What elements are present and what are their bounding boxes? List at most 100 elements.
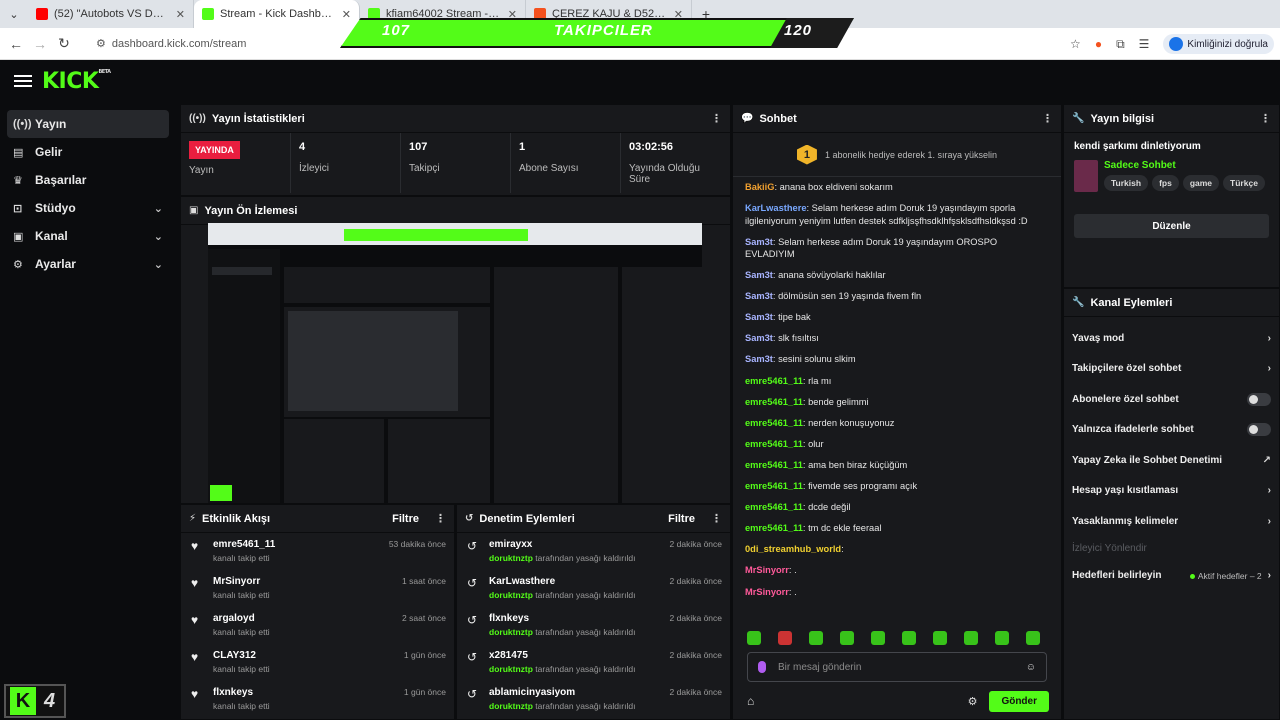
section-heading: İzleyici Yönlendir: [1072, 543, 1147, 554]
emoji-icon[interactable]: ☺: [1026, 662, 1036, 673]
list-item[interactable]: ↺ emirayxx doruktnztp tarafından yasağı ka…: [457, 533, 730, 570]
chat-username[interactable]: emre5461_11: [745, 439, 803, 449]
chat-text: :: [841, 544, 844, 555]
chat-username[interactable]: emre5461_11: [745, 460, 803, 470]
chat-text: : .: [788, 586, 797, 597]
list-item[interactable]: ↺ x281475 doruktnztp tarafından yasağı kal…: [457, 644, 730, 681]
stat-subscribers: 1 Abone Sayısı: [511, 133, 621, 193]
sidebar-item-gelir[interactable]: ▤ Gelir: [7, 138, 169, 166]
profile-button[interactable]: Kimliğinizi doğrula: [1163, 34, 1274, 54]
chat-username[interactable]: emre5461_11: [745, 481, 803, 491]
chat-message: BakiiG: anana box eldiveni sokarım: [745, 181, 1049, 193]
chat-username[interactable]: emre5461_11: [745, 418, 803, 428]
gift-icon[interactable]: ⌂: [747, 694, 754, 708]
filter-button[interactable]: Filtre: [392, 513, 419, 525]
tab-search-icon[interactable]: ⌄: [0, 0, 28, 28]
sidebar-item-studyo[interactable]: ⊡ Stüdyo ⌄: [7, 194, 169, 222]
chat-username[interactable]: 0di_streamhub_world: [745, 544, 841, 554]
url-field[interactable]: ⚙ dashboard.kick.com/stream: [96, 37, 246, 51]
reading-list-icon[interactable]: ☰: [1139, 37, 1150, 51]
emote-icon[interactable]: [964, 631, 978, 645]
microphone-icon[interactable]: [758, 661, 766, 673]
account-age-row[interactable]: Hesap yaşı kısıtlaması ›: [1064, 476, 1279, 507]
more-options-icon[interactable]: ⋮: [1260, 112, 1271, 125]
emote-icon[interactable]: [871, 631, 885, 645]
sidebar-item-yayin[interactable]: ((•)) Yayın: [7, 110, 169, 138]
emote-icon[interactable]: [778, 631, 792, 645]
goals-row[interactable]: Hedefleri belirleyin Aktif hedefler – 2 ›: [1064, 561, 1279, 592]
gift-leaderboard-banner[interactable]: 11 abonelik hediye ederek 1. sıraya yüks…: [733, 133, 1061, 177]
banned-words-row[interactable]: Yasaklanmış kelimeler ›: [1064, 506, 1279, 537]
sidebar-item-basarilar[interactable]: ♛ Başarılar: [7, 166, 169, 194]
emote-icon[interactable]: [809, 631, 823, 645]
emote-icon[interactable]: [995, 631, 1009, 645]
followers-only-row[interactable]: Takipçilere özel sohbet ›: [1064, 354, 1279, 385]
back-icon[interactable]: ←: [4, 36, 28, 52]
sidebar-item-kanal[interactable]: ▣ Kanal ⌄: [7, 222, 169, 250]
chat-username[interactable]: MrSinyorr: [745, 587, 789, 597]
emote-icon[interactable]: [747, 631, 761, 645]
heart-icon: ♥: [191, 576, 199, 590]
list-item[interactable]: ♥ CLAY312 kanalı takip etti 1 gün önce: [181, 644, 454, 681]
filter-button[interactable]: Filtre: [668, 513, 695, 525]
chat-username[interactable]: Sam3t: [745, 312, 773, 322]
emote-icon[interactable]: [1026, 631, 1040, 645]
tag: Turkish: [1104, 175, 1149, 191]
broadcast-icon: ((•)): [13, 118, 32, 130]
chat-username[interactable]: BakiiG: [745, 182, 774, 192]
chat-message: Sam3t: Selam herkese adım Doruk 19 yaşın…: [745, 236, 1049, 261]
reload-icon[interactable]: ↻: [52, 35, 76, 52]
kick-logo[interactable]: KICKBETA: [42, 69, 111, 94]
site-info-icon[interactable]: ⚙: [96, 37, 106, 50]
list-item[interactable]: ♥ flxnkeys kanalı takip etti 1 gün önce: [181, 681, 454, 718]
more-options-icon[interactable]: ⋮: [435, 512, 446, 525]
chat-username[interactable]: Sam3t: [745, 291, 773, 301]
browser-tab-active[interactable]: Stream - Kick Dashboard ✕: [194, 0, 360, 28]
gear-icon[interactable]: ⚙: [968, 695, 978, 708]
chat-username[interactable]: Sam3t: [745, 237, 773, 247]
list-item[interactable]: ↺ KarLwasthere doruktnztp tarafından yasağ…: [457, 570, 730, 607]
more-options-icon[interactable]: ⋮: [711, 112, 722, 125]
bookmark-star-icon[interactable]: ☆: [1070, 37, 1081, 51]
chat-username[interactable]: emre5461_11: [745, 376, 803, 386]
moderation-panel: ↺ Denetim Eylemleri Filtre ⋮ ↺ emirayxx doruk…: [456, 504, 731, 720]
chat-username[interactable]: KarLwasthere: [745, 203, 807, 213]
panel-title: Yayın Ön İzlemesi: [204, 204, 298, 217]
hamburger-menu-icon[interactable]: [14, 75, 32, 87]
extension-icon[interactable]: ●: [1095, 37, 1102, 51]
send-button[interactable]: Gönder: [989, 690, 1049, 712]
chat-message: Sam3t: dölmüsün sen 19 yaşında fivem fln: [745, 290, 1049, 302]
emote-icon[interactable]: [840, 631, 854, 645]
stream-preview-video[interactable]: [208, 223, 702, 503]
emote-icon[interactable]: [933, 631, 947, 645]
list-item[interactable]: ↺ flxnkeys doruktnztp tarafından yasağı ka…: [457, 607, 730, 644]
forward-icon[interactable]: →: [28, 36, 52, 52]
chat-username[interactable]: emre5461_11: [745, 397, 803, 407]
extensions-puzzle-icon[interactable]: ⧉: [1116, 37, 1125, 52]
chat-username[interactable]: emre5461_11: [745, 523, 803, 533]
ai-moderation-row[interactable]: Yapay Zeka ile Sohbet Denetimi ↗: [1064, 445, 1279, 476]
chat-username[interactable]: MrSinyorr: [745, 565, 789, 575]
chat-username[interactable]: Sam3t: [745, 270, 773, 280]
chat-username[interactable]: Sam3t: [745, 333, 773, 343]
emotes-only-toggle[interactable]: [1247, 423, 1271, 437]
list-item[interactable]: ♥ argaloyd kanalı takip etti 2 saat önce: [181, 607, 454, 644]
list-item[interactable]: ♥ emre5461_11 kanalı takip etti 53 dakika ö…: [181, 533, 454, 570]
slow-mode-row[interactable]: Yavaş mod ›: [1064, 323, 1279, 354]
list-item[interactable]: ♥ MrSinyorr kanalı takip etti 1 saat önce: [181, 570, 454, 607]
more-options-icon[interactable]: ⋮: [1042, 112, 1053, 125]
chat-username[interactable]: Sam3t: [745, 354, 773, 364]
lightning-icon: ⚡: [189, 513, 197, 524]
subscribers-only-toggle[interactable]: [1247, 392, 1271, 406]
emote-icon[interactable]: [902, 631, 916, 645]
sidebar-item-ayarlar[interactable]: ⚙ Ayarlar ⌄: [7, 250, 169, 278]
chat-username[interactable]: emre5461_11: [745, 502, 803, 512]
edit-button[interactable]: Düzenle: [1074, 214, 1269, 238]
stat-followers: 107 Takipçi: [401, 133, 511, 193]
chat-input[interactable]: Bir mesaj gönderin ☺: [747, 652, 1047, 682]
list-item[interactable]: ↺ ablamicinyasiyom doruktnztp tarafından y…: [457, 681, 730, 718]
close-tab-icon[interactable]: ✕: [176, 8, 185, 21]
more-options-icon[interactable]: ⋮: [711, 512, 722, 525]
browser-tab[interactable]: (52) "Autobots VS Decepticons"✕: [28, 0, 194, 28]
category-link[interactable]: Sadece Sohbet: [1104, 160, 1265, 171]
